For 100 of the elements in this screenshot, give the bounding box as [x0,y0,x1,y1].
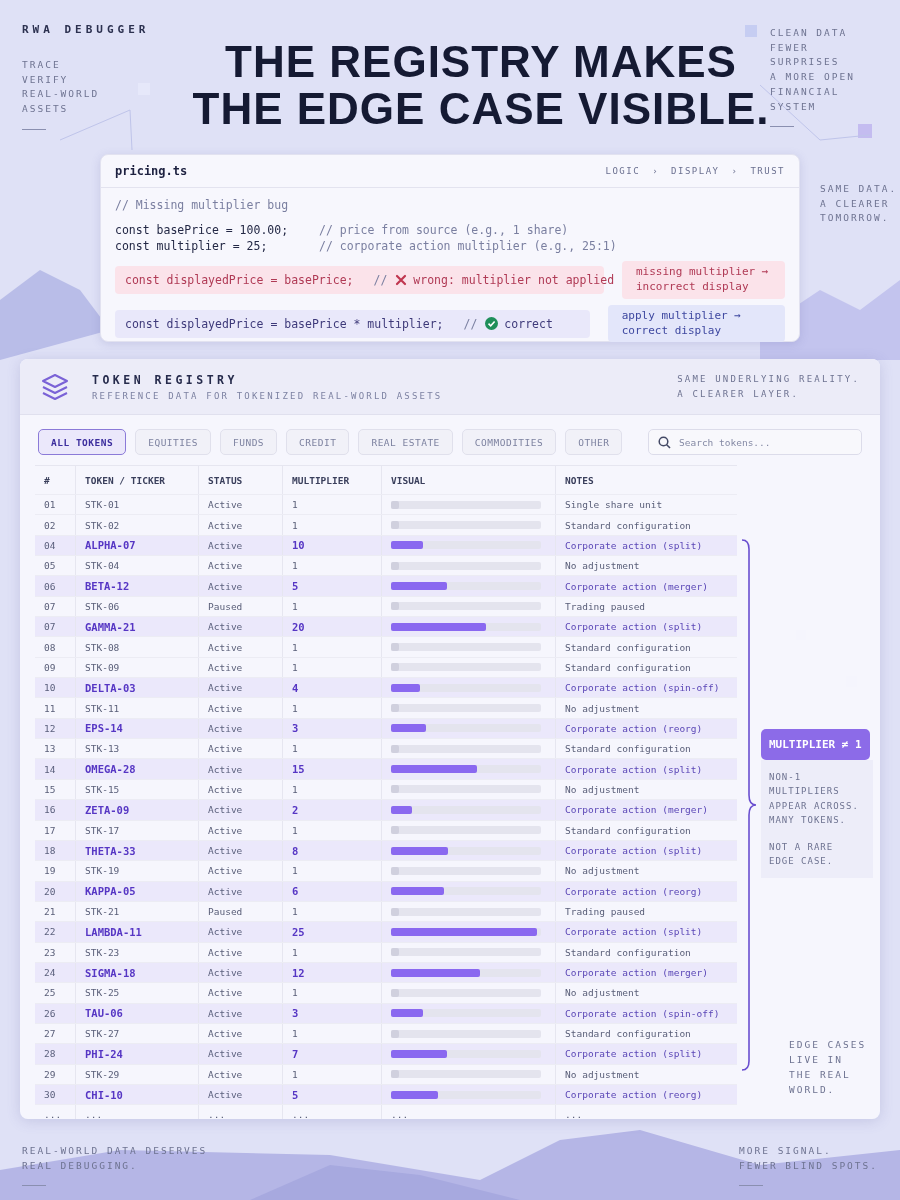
brand-name: RWA DEBUGGER [22,23,150,36]
column-header: TOKEN / TICKER [75,466,198,494]
table-cell: 1 [282,495,381,515]
table-cell-text: 11 [43,701,57,716]
table-cell: ... [381,1105,555,1119]
table-cell: Trading paused [555,596,737,617]
table-cell: Standard configuration [555,515,737,535]
code-comment: wrong: multiplier not applied [413,272,615,287]
table-cell-text: 10 [43,681,57,696]
table-cell-text: 24 [43,966,57,981]
table-cell: 1 [282,901,381,922]
layers-icon [40,371,70,402]
table-cell-text: 06 [43,579,57,594]
table-cell: Corporate action (spin-off) [555,678,737,698]
table-cell: Active [198,515,282,535]
column-header: # [43,473,51,488]
table-cell-text: 09 [43,660,57,675]
table-cell: 20 [282,617,381,637]
table-cell: Active [198,698,282,718]
table-cell: Corporate action (spin-off) [555,1003,737,1023]
table-cell: 2 [282,800,381,820]
side-note: CLEAN DATA FEWER SURPRISES A MORE OPEN FINANCIAL SYSTEM [770,26,856,114]
filter-tab[interactable]: FUNDS [219,429,278,455]
table-cell: STK-15 [75,779,198,800]
table-cell-text: 07 [43,599,57,614]
table-cell: Corporate action (merger) [555,800,737,820]
column-header: NOTES [555,466,737,494]
table-cell: 6 [282,881,381,901]
table-cell: Corporate action (reorg) [555,1084,737,1105]
table-cell: ALPHA-07 [75,535,198,556]
table-cell: STK-17 [75,820,198,840]
table-cell: Active [198,739,282,759]
table-cell-text: 21 [43,905,57,920]
table-cell: STK-02 [75,515,198,535]
callout-note: NOT A RARE EDGE CASE. [769,840,835,868]
comment-mark: // [463,316,478,331]
code-comment: correct [504,316,553,331]
table-cell: Active [198,495,282,515]
table-cell: No adjustment [555,861,737,881]
table-cell-text: 04 [43,538,57,553]
table-cell: No adjustment [555,556,737,576]
table-cell: Corporate action (split) [555,759,737,779]
table-cell-text: 20 [43,884,57,899]
table-cell: Paused [198,596,282,617]
table-cell-text: 07 [43,620,57,635]
table-cell: Corporate action (split) [555,1044,737,1064]
table-cell-text: ... [43,1108,63,1119]
code-line: const basePrice = 100.00; [115,223,290,237]
breadcrumb-item: DISPLAY [671,166,720,176]
table-cell: Corporate action (reorg) [555,718,737,739]
table-cell: Corporate action (split) [555,840,737,861]
footer-note: REAL-WORLD DATA DESERVES REAL DEBUGGING. [22,1144,208,1173]
table-cell: 1 [282,698,381,718]
table-cell: 5 [282,1084,381,1105]
table-cell: Active [198,962,282,983]
table-cell: Standard configuration [555,820,737,840]
panel-title: TOKEN REGISTRY [92,372,239,387]
table-cell: Corporate action (split) [555,922,737,942]
filter-tab[interactable]: EQUITIES [135,429,211,455]
table-cell: PHI-24 [75,1044,198,1064]
table-cell: Corporate action (split) [555,535,737,556]
table-cell: 1 [282,556,381,576]
table-cell: BETA-12 [75,576,198,596]
code-comment: // Missing multiplier bug [115,198,289,212]
filter-tab[interactable]: ALL TOKENS [38,429,127,455]
search-field[interactable]: Search tokens... [648,429,862,455]
table-cell-text: 25 [43,986,57,1001]
table-cell: No adjustment [555,1064,737,1084]
table-cell: Active [198,942,282,962]
filter-tab[interactable]: COMMODITIES [461,429,557,455]
table-cell: 1 [282,596,381,617]
table-cell: Active [198,535,282,556]
filter-tab[interactable]: REAL ESTATE [358,429,453,455]
table-cell: Active [198,1023,282,1044]
callout-note: NON-1 MULTIPLIERS APPEAR ACROSS. MANY TOKENS. [769,771,860,828]
table-cell: Active [198,922,282,942]
column-header: VISUAL [381,466,555,494]
filter-tab[interactable]: OTHER [565,429,623,455]
table-cell: 1 [282,1023,381,1044]
table-cell: Active [198,637,282,657]
table-cell-text: 15 [43,783,57,797]
table-cell: OMEGA-28 [75,759,198,779]
column-header: MULTIPLIER [282,466,381,494]
table-cell: ... [198,1105,282,1119]
table-cell: Standard configuration [555,657,737,678]
table-cell: Corporate action (merger) [555,962,737,983]
filter-tab[interactable]: CREDIT [286,429,350,455]
table-cell: 7 [282,1044,381,1064]
table-cell: Active [198,617,282,637]
table-cell: Active [198,718,282,739]
footer-note: MORE SIGNAL. FEWER BLIND SPOTS. [739,1144,878,1173]
table-cell: STK-06 [75,596,198,617]
table-cell: STK-19 [75,861,198,881]
check-icon [485,317,499,331]
breadcrumb-item: › [652,166,660,176]
table-cell: 1 [282,739,381,759]
annotation-note: apply multiplier → correct display [607,304,785,343]
table-cell-text: 29 [43,1067,57,1082]
table-cell-text: 27 [43,1027,57,1042]
table-cell: ZETA-09 [75,800,198,820]
